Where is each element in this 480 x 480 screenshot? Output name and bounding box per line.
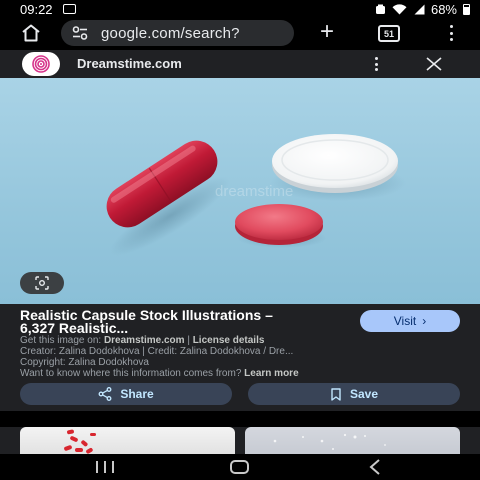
related-image-thumbnail[interactable] bbox=[20, 427, 235, 454]
system-nav-bar bbox=[0, 454, 480, 480]
wifi-icon bbox=[392, 3, 407, 14]
info-source-line: Want to know where this information come… bbox=[20, 368, 299, 379]
bookmark-icon bbox=[331, 387, 341, 401]
source-line: Get this image on: Dreamstime.com | Lice… bbox=[20, 335, 265, 346]
chevron-right-icon: › bbox=[422, 314, 427, 328]
signal-icon bbox=[414, 4, 425, 14]
status-icons: 68% bbox=[375, 2, 470, 17]
visit-button[interactable]: Visit › bbox=[360, 310, 460, 332]
recents-icon[interactable] bbox=[96, 461, 114, 473]
creator-line: Creator: Zalina Dodokhova | Credit: Zali… bbox=[20, 346, 294, 357]
browser-toolbar: google.com/search? + 51 bbox=[0, 18, 480, 48]
gallery-icon bbox=[62, 4, 76, 14]
share-button[interactable]: Share bbox=[20, 383, 232, 405]
tab-count: 51 bbox=[383, 28, 394, 39]
status-time: 09:22 bbox=[20, 1, 53, 17]
home-nav-icon[interactable] bbox=[230, 460, 249, 474]
share-label: Share bbox=[120, 387, 154, 401]
battery-icon bbox=[463, 3, 470, 15]
related-images bbox=[0, 427, 480, 454]
home-icon bbox=[22, 24, 40, 42]
license-details-link[interactable]: License details bbox=[193, 335, 265, 346]
image-viewer-header: Dreamstime.com bbox=[0, 50, 480, 78]
home-button[interactable] bbox=[8, 18, 54, 48]
visit-label: Visit bbox=[393, 314, 417, 328]
copyright-line: Copyright: Zalina Dodokhova bbox=[20, 357, 149, 368]
new-tab-button[interactable]: + bbox=[312, 18, 342, 45]
lens-icon bbox=[35, 276, 49, 290]
close-icon[interactable] bbox=[424, 54, 444, 74]
svg-text:dreamstime: dreamstime bbox=[215, 183, 293, 200]
site-name[interactable]: Dreamstime.com bbox=[77, 56, 182, 71]
status-bar: 09:22 68% bbox=[0, 0, 480, 18]
url-text[interactable]: google.com/search? bbox=[101, 25, 240, 42]
result-title[interactable]: Realistic Capsule Stock Illustrations – … bbox=[20, 308, 310, 335]
save-label: Save bbox=[349, 387, 379, 401]
divider bbox=[0, 411, 480, 427]
result-info-panel: Realistic Capsule Stock Illustrations – … bbox=[0, 304, 480, 411]
address-bar[interactable]: google.com/search? bbox=[61, 20, 294, 46]
more-vert-icon[interactable] bbox=[372, 56, 380, 72]
learn-more-link[interactable]: Learn more bbox=[244, 368, 298, 379]
alarm-icon bbox=[375, 4, 385, 14]
tab-switcher-button[interactable]: 51 bbox=[378, 25, 400, 42]
save-button[interactable]: Save bbox=[248, 383, 460, 405]
tune-icon[interactable] bbox=[71, 24, 89, 42]
plus-icon: + bbox=[319, 18, 334, 45]
lens-button[interactable] bbox=[20, 272, 64, 294]
pills-illustration: dreamstime bbox=[106, 134, 406, 256]
back-icon[interactable] bbox=[368, 459, 382, 475]
result-image[interactable]: dreamstime bbox=[0, 78, 480, 304]
more-vert-icon[interactable] bbox=[444, 23, 458, 43]
battery-percent: 68% bbox=[430, 1, 457, 17]
related-image-thumbnail[interactable] bbox=[245, 427, 460, 454]
share-icon bbox=[98, 387, 112, 401]
source-site-link[interactable]: Dreamstime.com bbox=[104, 335, 185, 346]
dreamstime-logo bbox=[22, 52, 60, 76]
